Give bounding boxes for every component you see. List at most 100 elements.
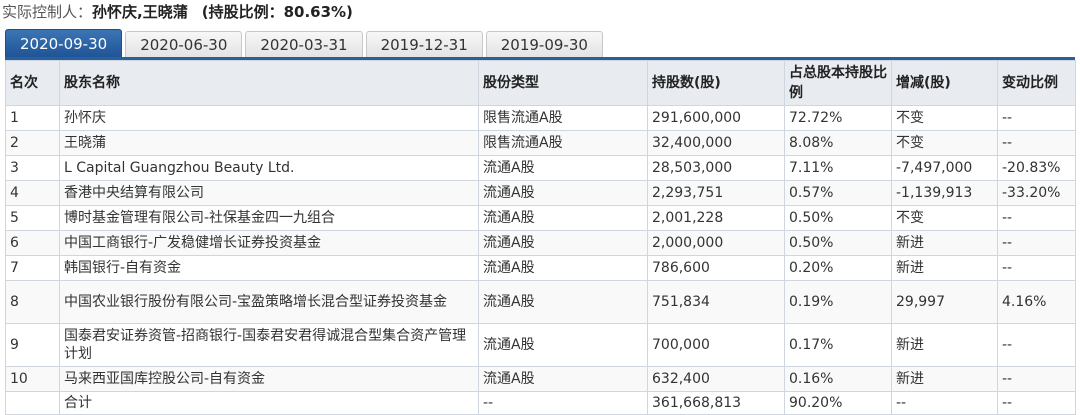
cell-shares-held: 2,000,000 xyxy=(647,230,785,256)
table-row: 5 博时基金管理有限公司-社保基金四一九组合 流通A股 2,001,228 0.… xyxy=(5,205,1076,231)
cell-ratio: 0.57% xyxy=(784,180,892,206)
cell-change: -1,139,913 xyxy=(891,180,998,206)
cell-rank xyxy=(5,391,60,415)
cell-rank: 3 xyxy=(5,155,60,181)
cell-holder-name: 中国工商银行-广发稳健增长证券投资基金 xyxy=(59,230,479,256)
cell-rank: 6 xyxy=(5,230,60,256)
header-change: 增减(股) xyxy=(891,60,998,106)
cell-rank: 5 xyxy=(5,205,60,231)
header-shares-held: 持股数(股) xyxy=(647,60,785,106)
cell-rank: 7 xyxy=(5,255,60,281)
cell-change-ratio: -- xyxy=(997,323,1076,367)
cell-change: -- xyxy=(891,391,998,415)
cell-shares-held: 700,000 xyxy=(647,323,785,367)
cell-shares-held: 2,001,228 xyxy=(647,205,785,231)
cell-change: 新进 xyxy=(891,230,998,256)
cell-rank: 10 xyxy=(5,366,60,392)
cell-rank: 2 xyxy=(5,130,60,156)
tab-2020-03-31[interactable]: 2020-03-31 xyxy=(245,31,363,57)
cell-holder-name: 中国农业银行股份有限公司-宝盈策略增长混合型证券投资基金 xyxy=(59,280,479,324)
cell-ratio: 0.50% xyxy=(784,205,892,231)
cell-holder-name: 马来西亚国库控股公司-自有资金 xyxy=(59,366,479,392)
cell-change-ratio: -- xyxy=(997,255,1076,281)
table-header-row: 名次 股东名称 股份类型 持股数(股) 占总股本持股比例 增减(股) 变动比例 xyxy=(5,60,1076,106)
cell-ratio: 0.20% xyxy=(784,255,892,281)
cell-change-ratio: -33.20% xyxy=(997,180,1076,206)
cell-share-type: 流通A股 xyxy=(478,366,648,392)
cell-change: 新进 xyxy=(891,366,998,392)
cell-holder-name: 孙怀庆 xyxy=(59,105,479,131)
cell-change-ratio: -- xyxy=(997,130,1076,156)
cell-share-type: -- xyxy=(478,391,648,415)
cell-total-label: 合计 xyxy=(59,391,479,415)
top-shareholders-table: 名次 股东名称 股份类型 持股数(股) 占总股本持股比例 增减(股) 变动比例 … xyxy=(5,60,1076,415)
cell-shares-held: 632,400 xyxy=(647,366,785,392)
cell-shares-held: 2,293,751 xyxy=(647,180,785,206)
controller-label: 实际控制人： xyxy=(2,3,93,21)
cell-ratio: 0.19% xyxy=(784,280,892,324)
cell-ratio: 8.08% xyxy=(784,130,892,156)
header-ratio: 占总股本持股比例 xyxy=(784,60,892,106)
cell-change: 新进 xyxy=(891,255,998,281)
header-change-ratio: 变动比例 xyxy=(997,60,1076,106)
table-row: 3 L Capital Guangzhou Beauty Ltd. 流通A股 2… xyxy=(5,155,1076,181)
cell-ratio: 0.16% xyxy=(784,366,892,392)
cell-ratio: 7.11% xyxy=(784,155,892,181)
cell-holder-name: L Capital Guangzhou Beauty Ltd. xyxy=(59,155,479,181)
cell-rank: 8 xyxy=(5,280,60,324)
cell-change: 不变 xyxy=(891,130,998,156)
cell-share-type: 流通A股 xyxy=(478,280,648,324)
cell-change-ratio: -- xyxy=(997,205,1076,231)
table-row: 4 香港中央结算有限公司 流通A股 2,293,751 0.57% -1,139… xyxy=(5,180,1076,206)
cell-share-type: 限售流通A股 xyxy=(478,130,648,156)
cell-change: 新进 xyxy=(891,323,998,367)
tab-2019-12-31[interactable]: 2019-12-31 xyxy=(365,31,483,57)
cell-holder-name: 王晓蒲 xyxy=(59,130,479,156)
cell-holder-name: 香港中央结算有限公司 xyxy=(59,180,479,206)
cell-change-ratio: -- xyxy=(997,230,1076,256)
cell-holder-name: 国泰君安证券资管-招商银行-国泰君安君得诚混合型集合资产管理计划 xyxy=(59,323,479,367)
cell-total-ratio: 90.20% xyxy=(784,391,892,415)
cell-rank: 1 xyxy=(5,105,60,131)
header-rank: 名次 xyxy=(5,60,60,106)
cell-share-type: 流通A股 xyxy=(478,323,648,367)
cell-shares-held: 28,503,000 xyxy=(647,155,785,181)
cell-rank: 9 xyxy=(5,323,60,367)
cell-total-shares: 361,668,813 xyxy=(647,391,785,415)
cell-ratio: 72.72% xyxy=(784,105,892,131)
cell-shares-held: 751,834 xyxy=(647,280,785,324)
cell-share-type: 流通A股 xyxy=(478,230,648,256)
tab-2020-06-30[interactable]: 2020-06-30 xyxy=(125,31,243,57)
cell-share-type: 流通A股 xyxy=(478,255,648,281)
cell-change-ratio: -- xyxy=(997,366,1076,392)
cell-holder-name: 韩国银行-自有资金 xyxy=(59,255,479,281)
header-holder-name: 股东名称 xyxy=(59,60,479,106)
table-row: 6 中国工商银行-广发稳健增长证券投资基金 流通A股 2,000,000 0.5… xyxy=(5,230,1076,256)
cell-change: 不变 xyxy=(891,205,998,231)
cell-share-type: 限售流通A股 xyxy=(478,105,648,131)
table-row: 1 孙怀庆 限售流通A股 291,600,000 72.72% 不变 -- xyxy=(5,105,1076,131)
actual-controller-line: 实际控制人：孙怀庆,王晓蒲 (持股比例：80.63%) xyxy=(0,0,1080,26)
cell-change-ratio: -- xyxy=(997,105,1076,131)
tab-2020-09-30[interactable]: 2020-09-30 xyxy=(5,29,123,57)
cell-change-ratio: 4.16% xyxy=(997,280,1076,324)
cell-shares-held: 32,400,000 xyxy=(647,130,785,156)
table-total-row: 合计 -- 361,668,813 90.20% -- -- xyxy=(5,391,1076,415)
tab-2019-09-30[interactable]: 2019-09-30 xyxy=(485,31,603,57)
cell-holder-name: 博时基金管理有限公司-社保基金四一九组合 xyxy=(59,205,479,231)
table-row: 8 中国农业银行股份有限公司-宝盈策略增长混合型证券投资基金 流通A股 751,… xyxy=(5,280,1076,324)
controller-names: 孙怀庆,王晓蒲 xyxy=(92,3,188,21)
cell-shares-held: 291,600,000 xyxy=(647,105,785,131)
table-row: 2 王晓蒲 限售流通A股 32,400,000 8.08% 不变 -- xyxy=(5,130,1076,156)
table-row: 10 马来西亚国库控股公司-自有资金 流通A股 632,400 0.16% 新进… xyxy=(5,366,1076,392)
cell-change-ratio: -20.83% xyxy=(997,155,1076,181)
cell-change-ratio: -- xyxy=(997,391,1076,415)
report-date-tabs: 2020-09-30 2020-06-30 2020-03-31 2019-12… xyxy=(5,29,1075,57)
header-share-type: 股份类型 xyxy=(478,60,648,106)
cell-share-type: 流通A股 xyxy=(478,205,648,231)
cell-change: 29,997 xyxy=(891,280,998,324)
cell-share-type: 流通A股 xyxy=(478,180,648,206)
cell-ratio: 0.50% xyxy=(784,230,892,256)
cell-ratio: 0.17% xyxy=(784,323,892,367)
cell-share-type: 流通A股 xyxy=(478,155,648,181)
